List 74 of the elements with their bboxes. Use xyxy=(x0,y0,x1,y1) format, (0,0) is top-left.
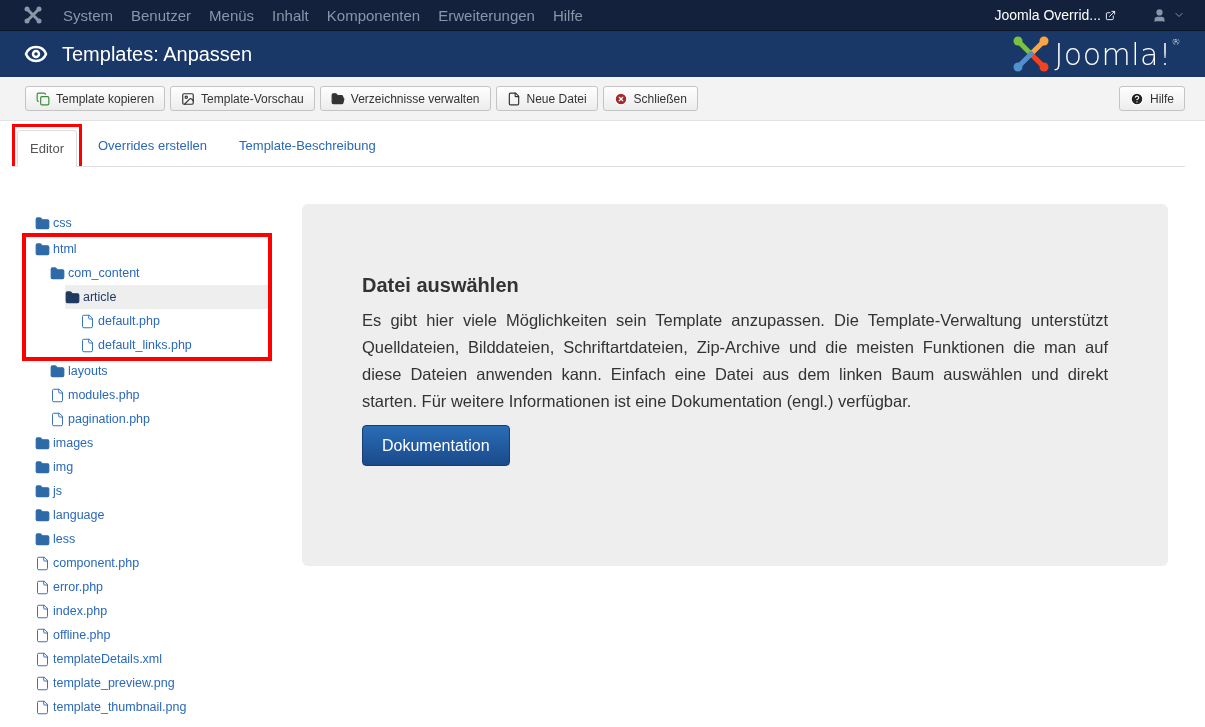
menu-item[interactable]: Menüs xyxy=(200,6,264,24)
tab[interactable]: Overrides erstellen xyxy=(84,127,221,164)
user-icon[interactable] xyxy=(1152,7,1167,23)
folder-item[interactable]: css xyxy=(35,211,272,235)
site-link[interactable]: Joomla Overrid... xyxy=(994,7,1116,23)
toolbar-button[interactable]: Template kopieren xyxy=(25,86,166,111)
toolbar-button[interactable]: Verzeichnisse verwalten xyxy=(319,86,491,111)
file-icon xyxy=(80,337,95,353)
documentation-button[interactable]: Dokumentation xyxy=(362,425,510,466)
menu-item[interactable]: Inhalt xyxy=(263,6,318,24)
menu-item[interactable]: Hilfe xyxy=(543,6,592,24)
file-icon xyxy=(506,91,521,106)
folder-icon xyxy=(35,241,50,257)
file-item[interactable]: templateDetails.xml xyxy=(35,647,272,671)
joomla-logo-icon xyxy=(1012,35,1051,73)
folder-item[interactable]: language xyxy=(35,503,272,527)
file-icon xyxy=(35,675,50,691)
copy-icon xyxy=(36,91,50,106)
tab[interactable]: Editor xyxy=(17,130,77,167)
file-item[interactable]: template_thumbnail.png xyxy=(35,695,272,719)
toolbar-button[interactable]: Schließen xyxy=(602,86,698,111)
panel-text: Es gibt hier viele Möglichkeiten sein Template anzupassen. Die Template-Verwaltung unterstützt Quelldateien, Bilddateien, Schriftartdateien, Zip-Archive und die meisten Funktionen die man auf diese Dateien anwenden kann. Einfach eine Datei aus dem linken Baum auswählen und direkt starten. Für weitere Informationen ist eine Dokumentation (engl.) verfügbar. xyxy=(362,310,1108,412)
folder-icon xyxy=(35,531,50,547)
menu-item[interactable]: System xyxy=(54,6,122,24)
file-icon xyxy=(35,651,50,667)
joomla-logo-text: Joomla!$^{®}$ xyxy=(1054,36,1181,72)
panel-title: Datei auswählen xyxy=(362,274,520,297)
image-icon xyxy=(181,91,196,106)
file-item[interactable]: index.php xyxy=(35,599,272,623)
file-icon xyxy=(80,313,95,329)
folder-item[interactable]: less xyxy=(35,527,272,551)
folder-icon xyxy=(35,459,50,475)
toolbar-button[interactable]: Template-Vorschau xyxy=(170,86,315,111)
folder-item[interactable]: js xyxy=(35,479,272,503)
folder-icon xyxy=(50,265,65,281)
folder-item[interactable]: article xyxy=(65,285,268,309)
file-icon xyxy=(35,699,50,715)
page-title: Templates: Anpassen xyxy=(62,42,253,66)
folder-item[interactable]: img xyxy=(35,455,272,479)
external-link-icon xyxy=(1105,9,1116,21)
folder-item[interactable]: images xyxy=(35,431,272,455)
folder-icon xyxy=(65,289,80,305)
menu-item[interactable]: Benutzer xyxy=(122,6,201,24)
tab[interactable]: Template-Beschreibung xyxy=(226,127,389,164)
folder-item[interactable]: com_content xyxy=(50,261,268,285)
menu-item[interactable]: Erweiterungen xyxy=(429,6,544,24)
menu-item[interactable]: Komponenten xyxy=(317,6,430,24)
file-icon xyxy=(35,603,50,619)
file-item[interactable]: template_preview.png xyxy=(35,671,272,695)
folder-icon xyxy=(35,507,50,523)
close-icon xyxy=(613,91,628,106)
file-item[interactable]: offline.php xyxy=(35,623,272,647)
file-icon xyxy=(50,387,65,403)
joomla-icon xyxy=(24,6,42,24)
help-icon xyxy=(1130,91,1144,106)
file-icon xyxy=(35,627,50,643)
toolbar-button[interactable]: Neue Datei xyxy=(495,86,598,111)
folder-item[interactable]: layouts xyxy=(50,359,272,383)
help-button[interactable]: Hilfe xyxy=(1119,86,1185,111)
file-item[interactable]: default.php xyxy=(80,309,268,333)
file-icon xyxy=(35,555,50,571)
file-item[interactable]: default_links.php xyxy=(80,333,268,357)
file-icon xyxy=(50,411,65,427)
folder-icon xyxy=(35,483,50,499)
file-icon xyxy=(35,579,50,595)
folder-icon xyxy=(35,215,50,231)
file-item[interactable]: error.php xyxy=(35,575,272,599)
file-item[interactable]: pagination.php xyxy=(50,407,272,431)
folder-icon xyxy=(35,435,50,451)
file-item[interactable]: modules.php xyxy=(50,383,272,407)
file-item[interactable]: component.php xyxy=(35,551,272,575)
folder-icon xyxy=(330,91,345,106)
folder-item[interactable]: html xyxy=(35,237,268,261)
folder-icon xyxy=(50,363,65,379)
